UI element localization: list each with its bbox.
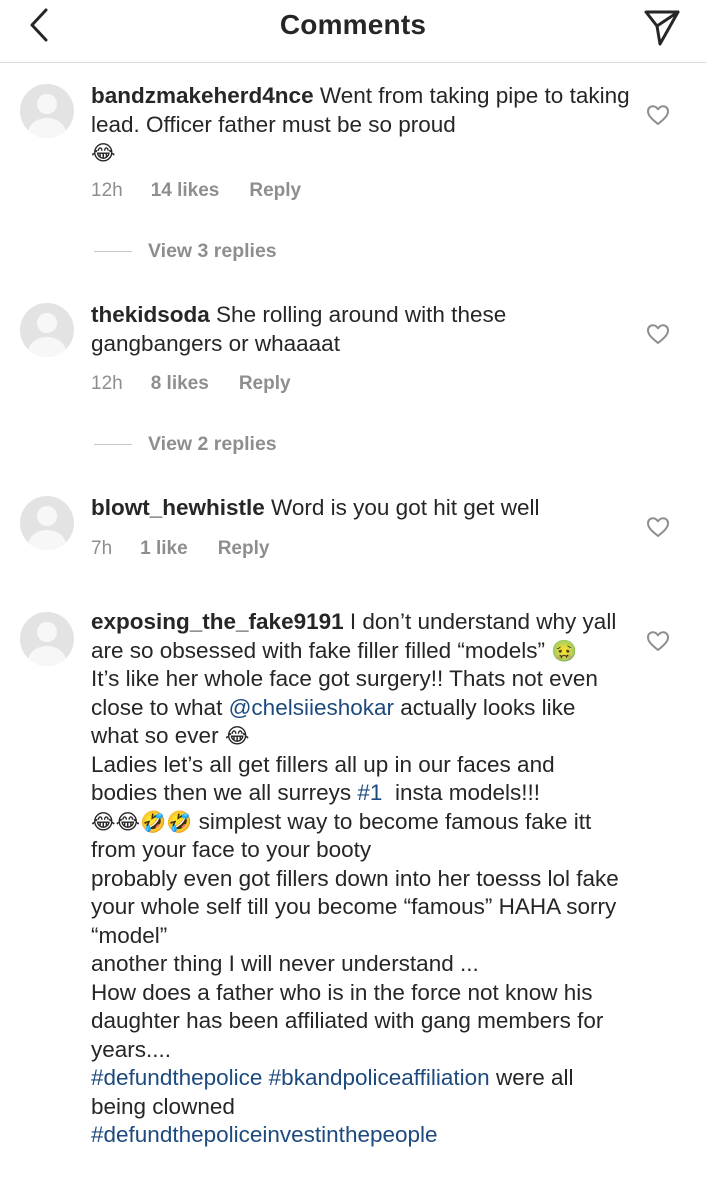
hashtag-link[interactable]: #bkandpoliceaffiliation (269, 1065, 490, 1090)
mention-link[interactable]: @chelsiieshokar (229, 695, 394, 720)
comment-username[interactable]: thekidsoda (91, 302, 210, 327)
avatar[interactable] (20, 496, 74, 550)
comment-text: insta models!!! (394, 780, 541, 805)
comment-time: 12h (91, 373, 123, 394)
comment-meta: 12h 8 likes Reply (91, 373, 291, 395)
nauseated-emoji: 🤢 (551, 638, 578, 663)
comment-time: 12h (91, 180, 123, 201)
hashtag-link[interactable]: #defundthepolice (91, 1065, 262, 1090)
view-replies-label: View 2 replies (148, 433, 277, 455)
comment-meta: 12h 14 likes Reply (91, 180, 301, 202)
replies-divider (94, 251, 132, 253)
comment-username[interactable]: bandzmakeherd4nce (91, 83, 314, 108)
reply-button[interactable]: Reply (218, 538, 270, 559)
page-title: Comments (279, 9, 427, 40)
comment-text: probably even got fillers down into her … (91, 865, 619, 948)
comment-likes[interactable]: 8 likes (151, 373, 209, 394)
avatar[interactable] (20, 612, 74, 666)
heart-outline-icon[interactable] (646, 630, 670, 652)
replies-divider (94, 444, 132, 446)
reply-button[interactable]: Reply (249, 180, 301, 201)
comment-body: thekidsoda She rolling around with these… (91, 301, 631, 358)
comment-meta: 7h 1 like Reply (91, 538, 269, 560)
laughing-emoji: 😂 (91, 141, 116, 165)
comment-text: How does a father who is in the force no… (91, 979, 604, 1062)
view-replies-button[interactable]: View 3 replies (91, 240, 277, 263)
comment-username[interactable]: exposing_the_fake9191 (91, 609, 344, 634)
laughing-emoji: 😂😂🤣🤣 (91, 809, 193, 834)
hashtag-link[interactable]: #1 (357, 780, 382, 805)
view-replies-button[interactable]: View 2 replies (91, 433, 277, 456)
comment-body: blowt_hewhistle Word is you got hit get … (91, 494, 631, 523)
view-replies-label: View 3 replies (148, 240, 277, 262)
reply-button[interactable]: Reply (239, 373, 291, 394)
comment-body: exposing_the_fake9191 I don’t understand… (91, 608, 621, 1150)
comment-text: another thing I will never understand ..… (91, 951, 479, 976)
heart-outline-icon[interactable] (646, 323, 670, 345)
laughing-emoji: 😂 (224, 724, 250, 748)
comment-likes[interactable]: 14 likes (151, 180, 220, 201)
comment-username[interactable]: blowt_hewhistle (91, 495, 265, 520)
heart-outline-icon[interactable] (646, 516, 670, 538)
comment-time: 7h (91, 538, 113, 559)
comment-text: Word is you got hit get well (271, 495, 540, 520)
avatar[interactable] (20, 84, 74, 138)
hashtag-link[interactable]: #defundthepoliceinvestinthepeople (91, 1122, 438, 1147)
heart-outline-icon[interactable] (646, 104, 670, 126)
comment-body: bandzmakeherd4nce Went from taking pipe … (91, 82, 631, 168)
comments-screen: Comments bandzmakeherd4nce Went from tak… (0, 0, 706, 1200)
bottom-edge (0, 1186, 706, 1200)
paper-plane-icon[interactable] (640, 6, 684, 50)
avatar[interactable] (20, 303, 74, 357)
comments-header: Comments (0, 0, 706, 63)
comment-likes[interactable]: 1 like (140, 538, 188, 559)
